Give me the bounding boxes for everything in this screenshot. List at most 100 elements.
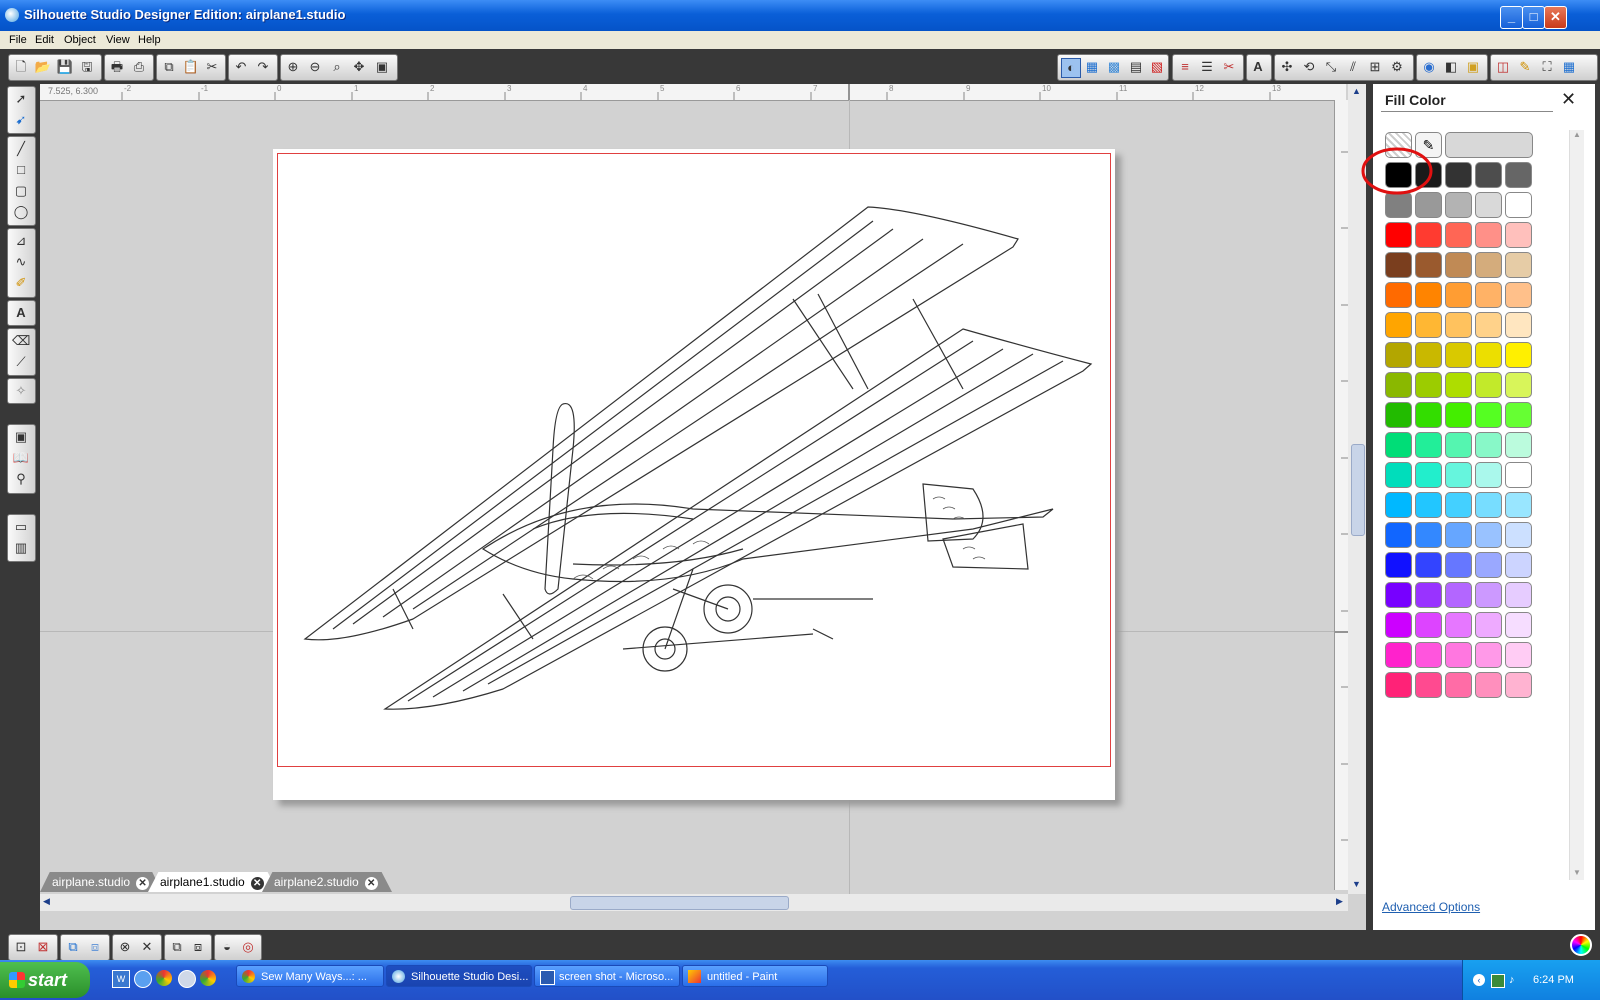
color-swatch[interactable] [1385, 402, 1412, 428]
delete-icon[interactable]: ✕ [138, 938, 156, 956]
color-swatch[interactable] [1445, 552, 1472, 578]
color-swatch[interactable] [1415, 492, 1442, 518]
color-swatch[interactable] [1475, 372, 1502, 398]
color-swatch[interactable] [1445, 252, 1472, 278]
color-swatch[interactable] [1445, 192, 1472, 218]
taskbar-item-paint[interactable]: untitled - Paint [682, 965, 828, 987]
new-icon[interactable]: 🗋 [12, 58, 30, 76]
color-swatch[interactable] [1415, 432, 1442, 458]
panel-layout-icon[interactable]: ▭ [12, 518, 30, 536]
close-button[interactable]: ✕ [1544, 6, 1567, 29]
ellipse-tool-icon[interactable]: ◯ [12, 203, 30, 221]
color-swatch[interactable] [1445, 582, 1472, 608]
transform-icon[interactable]: ✣ [1278, 58, 1296, 76]
color-swatch[interactable] [1445, 342, 1472, 368]
color-swatch[interactable] [1445, 522, 1472, 548]
cutting-mat-page[interactable] [273, 149, 1115, 800]
minimize-button[interactable]: _ [1500, 6, 1523, 29]
color-swatch[interactable] [1505, 192, 1532, 218]
curve-tool-icon[interactable]: ∿ [12, 253, 30, 271]
close-tab-icon[interactable]: ✕ [364, 877, 378, 890]
color-swatch[interactable] [1445, 432, 1472, 458]
color-swatch[interactable] [1385, 642, 1412, 668]
color-swatch[interactable] [1385, 552, 1412, 578]
tray-expand-icon[interactable]: ‹ [1473, 974, 1485, 986]
color-swatch[interactable] [1505, 402, 1532, 428]
menu-edit[interactable]: Edit [35, 34, 54, 46]
color-swatch[interactable] [1505, 462, 1532, 488]
color-swatch[interactable] [1385, 432, 1412, 458]
color-swatch[interactable] [1445, 462, 1472, 488]
design-canvas[interactable]: 7.525, 6.300 -2 -1 0 1 2 3 4 5 6 7 8 9 1… [40, 84, 1366, 930]
color-swatch[interactable] [1415, 672, 1442, 698]
color-swatch[interactable] [1385, 312, 1412, 338]
scroll-right-icon[interactable]: ▶ [1336, 896, 1343, 907]
network-icon[interactable] [1491, 974, 1505, 988]
color-swatch[interactable] [1475, 312, 1502, 338]
color-swatch[interactable] [1475, 282, 1502, 308]
fit-page-icon[interactable]: ▣ [373, 58, 391, 76]
knife-tool-icon[interactable]: ⟋ [12, 353, 30, 371]
registration-icon[interactable]: ◎ [239, 938, 257, 956]
cut-icon[interactable]: ✂ [1220, 58, 1238, 76]
polygon-tool-icon[interactable]: ⊿ [12, 232, 30, 250]
zoom-in-icon[interactable]: ⊕ [284, 58, 302, 76]
color-swatch[interactable] [1475, 642, 1502, 668]
redo-icon[interactable]: ↷ [254, 58, 272, 76]
color-swatch[interactable] [1505, 372, 1532, 398]
color-swatch[interactable] [1385, 372, 1412, 398]
color-swatch[interactable] [1475, 492, 1502, 518]
magic-wand-icon[interactable]: ✧ [12, 382, 30, 400]
grid-icon[interactable]: ▦ [1560, 58, 1578, 76]
biplane-design[interactable] [273, 149, 1115, 800]
color-swatch[interactable] [1475, 222, 1502, 248]
color-swatch[interactable] [1505, 552, 1532, 578]
color-swatch[interactable] [1445, 672, 1472, 698]
color-swatch[interactable] [1475, 612, 1502, 638]
shape-icon[interactable]: ◒ [218, 938, 236, 956]
open-icon[interactable]: 📂 [34, 58, 52, 76]
scroll-down-icon[interactable]: ▼ [1352, 879, 1361, 889]
color-swatch[interactable] [1415, 402, 1442, 428]
shear-icon[interactable]: ⫽ [1344, 58, 1362, 76]
pencil-icon[interactable]: ✎ [1516, 58, 1534, 76]
fill-color-icon[interactable]: ◐ [1061, 58, 1081, 78]
trace-icon[interactable]: ◉ [1420, 58, 1438, 76]
color-swatch[interactable] [1415, 372, 1442, 398]
color-swatch[interactable] [1385, 222, 1412, 248]
select-arrow-icon[interactable]: ➚ [12, 90, 30, 108]
eraser-tool-icon[interactable]: ⌫ [12, 332, 30, 350]
design-view-icon[interactable]: ▣ [12, 428, 30, 446]
undo-icon[interactable]: ↶ [232, 58, 250, 76]
color-swatch[interactable] [1505, 612, 1532, 638]
color-swatch[interactable] [1505, 222, 1532, 248]
scroll-up-icon[interactable]: ▲ [1352, 86, 1361, 96]
color-swatch[interactable] [1385, 522, 1412, 548]
offset-icon[interactable]: ◧ [1442, 58, 1460, 76]
color-swatch[interactable] [1415, 462, 1442, 488]
color-swatch[interactable] [1415, 642, 1442, 668]
color-swatch[interactable] [1505, 642, 1532, 668]
line-color-icon[interactable]: ▧ [1148, 58, 1166, 76]
color-swatch[interactable] [1445, 612, 1472, 638]
split-layout-icon[interactable]: ▥ [12, 539, 30, 557]
color-swatch[interactable] [1445, 642, 1472, 668]
color-swatch[interactable] [1505, 432, 1532, 458]
volume-icon[interactable]: ♪ [1509, 974, 1521, 986]
close-tab-icon[interactable]: ✕ [250, 877, 264, 890]
paste-icon[interactable]: 📋 [182, 58, 200, 76]
group-icon[interactable]: ⊡ [12, 938, 30, 956]
color-swatch[interactable] [1415, 222, 1442, 248]
media-quicklaunch-icon[interactable] [178, 970, 196, 988]
color-swatch[interactable] [1475, 432, 1502, 458]
library-icon[interactable]: 📖 [12, 449, 30, 467]
color-swatch[interactable] [1415, 312, 1442, 338]
scroll-left-icon[interactable]: ◀ [43, 896, 50, 907]
color-swatch[interactable] [1475, 522, 1502, 548]
color-swatch[interactable] [1445, 402, 1472, 428]
cut-style-icon[interactable]: ≡ [1176, 58, 1194, 76]
panel-scrollbar[interactable]: ▲ ▼ [1569, 130, 1584, 880]
fill-pattern-icon[interactable]: ▩ [1105, 58, 1123, 76]
line-width-icon[interactable]: ☰ [1198, 58, 1216, 76]
advanced-options-link[interactable]: Advanced Options [1382, 900, 1480, 914]
